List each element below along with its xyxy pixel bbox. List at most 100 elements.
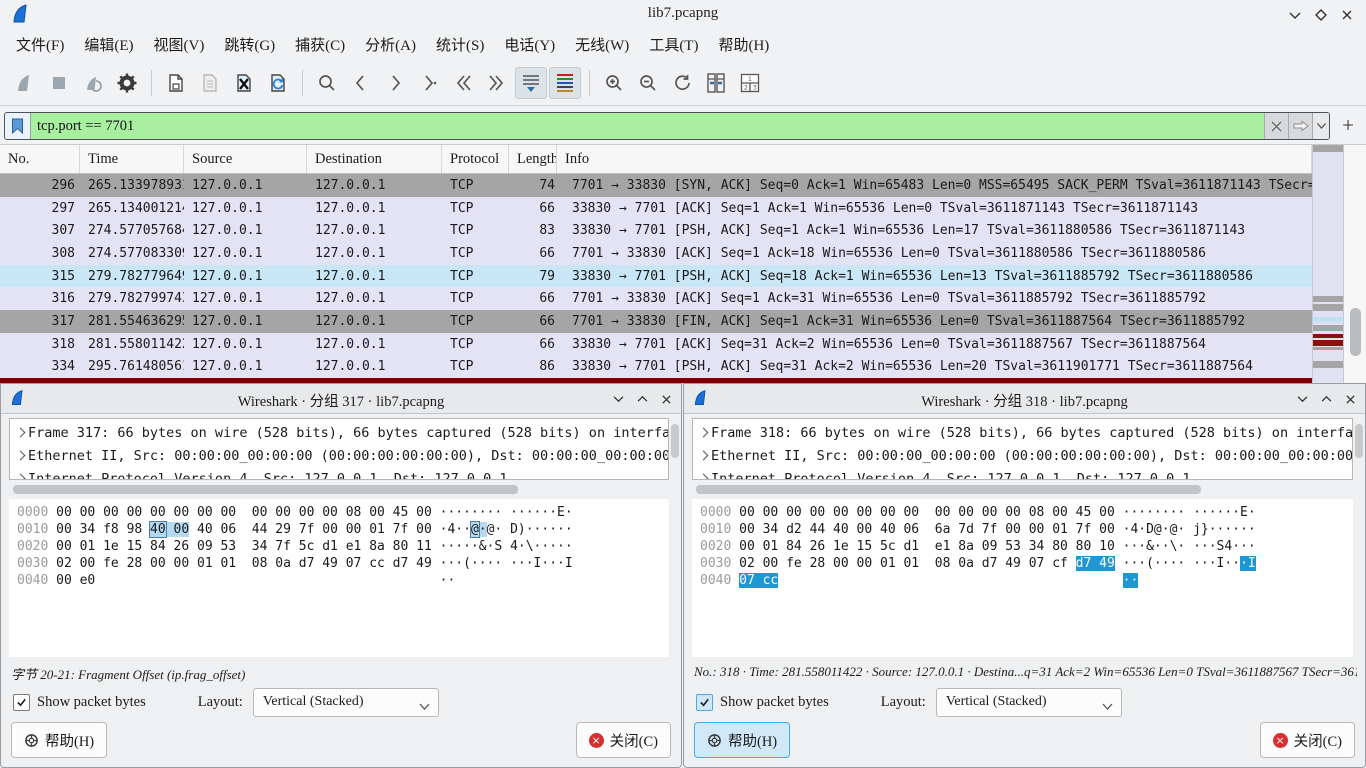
tree-item-2[interactable]: Internet Protocol Version 4, Src: 127.0.… — [697, 467, 1352, 480]
expander-icon[interactable] — [14, 428, 28, 438]
save-file-icon[interactable] — [194, 67, 226, 99]
layout-select[interactable]: Vertical (Stacked) — [936, 688, 1122, 717]
minimize-button[interactable] — [1286, 7, 1304, 23]
restart-capture-icon[interactable] — [77, 67, 109, 99]
menu-item-8[interactable]: 无线(W) — [565, 30, 639, 59]
help-button[interactable]: 帮助(H) — [11, 722, 107, 758]
zoom-in-icon[interactable] — [598, 67, 630, 99]
expander-icon[interactable] — [697, 451, 711, 461]
stop-capture-icon[interactable] — [43, 67, 75, 99]
show-packet-bytes-checkbox[interactable] — [13, 694, 30, 711]
minimize-button[interactable] — [609, 391, 627, 407]
packet-row-308[interactable]: 308274.577083309127.0.0.1127.0.0.1TCP667… — [0, 242, 1312, 265]
column-header-info[interactable]: Info — [557, 145, 1312, 173]
hex-row-0000[interactable]: 000000 00 00 00 00 00 00 00 00 00 00 00 … — [700, 504, 1353, 521]
packet-row-315[interactable]: 315279.782779649127.0.0.1127.0.0.1TCP793… — [0, 265, 1312, 288]
menu-item-1[interactable]: 编辑(E) — [74, 30, 143, 59]
tree-item-2[interactable]: Internet Protocol Version 4, Src: 127.0.… — [14, 467, 668, 480]
tree-horizontal-scrollbar[interactable] — [692, 484, 1353, 495]
hex-row-0030[interactable]: 003002 00 fe 28 00 00 01 01 08 0a d7 49 … — [700, 555, 1353, 572]
hex-row-0040[interactable]: 004007 cc·· — [700, 572, 1353, 589]
dialog-title-bar[interactable]: Wireshark · 分组 317 · lib7.pcapng — [1, 384, 681, 414]
column-header-no[interactable]: No. — [0, 145, 80, 173]
minimize-button[interactable] — [1293, 391, 1311, 407]
hex-row-0010[interactable]: 001000 34 d2 44 40 00 40 06 6a 7d 7f 00 … — [700, 521, 1353, 538]
display-filter-input[interactable]: tcp.port == 7701 — [31, 113, 1264, 139]
expander-icon[interactable] — [14, 474, 28, 481]
close-window-button[interactable] — [657, 391, 675, 407]
capture-options-icon[interactable] — [111, 67, 143, 99]
hex-row-0040[interactable]: 004000 e0·· — [17, 572, 669, 589]
column-header-destination[interactable]: Destination — [307, 145, 442, 173]
column-header-source[interactable]: Source — [184, 145, 307, 173]
filter-history-dropdown-icon[interactable] — [1312, 113, 1329, 139]
tree-horizontal-scrollbar[interactable] — [9, 484, 669, 495]
help-button[interactable]: 帮助(H) — [694, 722, 790, 758]
hex-row-0010[interactable]: 001000 34 f8 98 40 00 40 06 44 29 7f 00 … — [17, 521, 669, 538]
hex-row-0030[interactable]: 003002 00 fe 28 00 00 01 01 08 0a d7 49 … — [17, 555, 669, 572]
menu-item-9[interactable]: 工具(T) — [639, 30, 708, 59]
zoom-out-icon[interactable] — [632, 67, 664, 99]
packet-row-297[interactable]: 297265.134001214127.0.0.1127.0.0.1TCP663… — [0, 197, 1312, 220]
filter-add-button[interactable]: + — [1336, 111, 1360, 139]
close-file-icon[interactable] — [228, 67, 260, 99]
column-header-time[interactable]: Time — [80, 145, 184, 173]
packet-bytes-pane[interactable]: 000000 00 00 00 00 00 00 00 00 00 00 00 … — [692, 499, 1353, 657]
tree-item-0[interactable]: Frame 317: 66 bytes on wire (528 bits), … — [14, 421, 668, 444]
menu-item-2[interactable]: 视图(V) — [144, 30, 215, 59]
hex-row-0000[interactable]: 000000 00 00 00 00 00 00 00 00 00 00 00 … — [17, 504, 669, 521]
packet-row-307[interactable]: 307274.577057684127.0.0.1127.0.0.1TCP833… — [0, 219, 1312, 242]
show-packet-bytes-checkbox[interactable] — [696, 694, 713, 711]
close-button[interactable]: × 关闭(C) — [576, 722, 671, 758]
hex-row-0020[interactable]: 002000 01 1e 15 84 26 09 53 34 7f 5c d1 … — [17, 538, 669, 555]
packet-list-scrollbar[interactable] — [1344, 145, 1366, 383]
tree-scrollbar-thumb[interactable] — [671, 424, 679, 458]
column-header-protocol[interactable]: Protocol — [442, 145, 509, 173]
open-file-icon[interactable] — [160, 67, 192, 99]
expander-icon[interactable] — [697, 474, 711, 481]
menu-item-6[interactable]: 统计(S) — [426, 30, 494, 59]
packet-row-334[interactable]: 334295.761480561127.0.0.1127.0.0.1TCP863… — [0, 356, 1312, 379]
scrollbar-thumb[interactable] — [13, 485, 518, 494]
menu-item-4[interactable]: 捕获(C) — [285, 30, 355, 59]
menu-item-7[interactable]: 电话(Y) — [494, 30, 565, 59]
packet-bytes-pane[interactable]: 000000 00 00 00 00 00 00 00 00 00 00 00 … — [9, 499, 669, 657]
go-back-icon[interactable] — [345, 67, 377, 99]
packet-row-296[interactable]: 296265.133978931127.0.0.1127.0.0.1TCP747… — [0, 174, 1312, 197]
hex-row-0020[interactable]: 002000 01 84 26 1e 15 5c d1 e1 8a 09 53 … — [700, 538, 1353, 555]
resize-columns-icon[interactable] — [700, 67, 732, 99]
tree-item-1[interactable]: Ethernet II, Src: 00:00:00_00:00:00 (00:… — [697, 444, 1352, 467]
scrollbar-thumb[interactable] — [696, 485, 1201, 494]
go-forward-icon[interactable] — [379, 67, 411, 99]
close-button[interactable]: × 关闭(C) — [1260, 722, 1355, 758]
column-header-length[interactable]: Length — [509, 145, 557, 173]
filter-bookmark-icon[interactable] — [5, 113, 31, 139]
menu-item-5[interactable]: 分析(A) — [355, 30, 426, 59]
menu-item-10[interactable]: 帮助(H) — [708, 30, 779, 59]
layout-select[interactable]: Vertical (Stacked) — [253, 688, 439, 717]
filter-apply-icon[interactable] — [1288, 113, 1312, 139]
dialog-title-bar[interactable]: Wireshark · 分组 318 · lib7.pcapng — [684, 384, 1365, 414]
layout-icon[interactable]: 123 — [734, 67, 766, 99]
packet-map[interactable] — [1312, 145, 1344, 383]
expander-icon[interactable] — [14, 451, 28, 461]
scrollbar-thumb[interactable] — [1350, 308, 1361, 356]
tree-item-0[interactable]: Frame 318: 66 bytes on wire (528 bits), … — [697, 421, 1352, 444]
expander-icon[interactable] — [697, 428, 711, 438]
packet-row-317[interactable]: 317281.554636295127.0.0.1127.0.0.1TCP667… — [0, 310, 1312, 333]
packet-row-318[interactable]: 318281.558011422127.0.0.1127.0.0.1TCP663… — [0, 333, 1312, 356]
start-capture-icon[interactable] — [9, 67, 41, 99]
menu-item-3[interactable]: 跳转(G) — [214, 30, 285, 59]
maximize-button[interactable] — [1312, 7, 1330, 23]
go-to-packet-icon[interactable] — [413, 67, 445, 99]
reload-file-icon[interactable] — [262, 67, 294, 99]
packet-row-316[interactable]: 316279.782799743127.0.0.1127.0.0.1TCP667… — [0, 287, 1312, 310]
close-window-button[interactable] — [1341, 391, 1359, 407]
find-packet-icon[interactable] — [311, 67, 343, 99]
colorize-icon[interactable] — [549, 67, 581, 99]
last-packet-icon[interactable] — [481, 67, 513, 99]
auto-scroll-icon[interactable] — [515, 67, 547, 99]
maximize-button[interactable] — [1317, 391, 1335, 407]
tree-scrollbar-thumb[interactable] — [1355, 424, 1363, 458]
filter-clear-icon[interactable] — [1264, 113, 1288, 139]
